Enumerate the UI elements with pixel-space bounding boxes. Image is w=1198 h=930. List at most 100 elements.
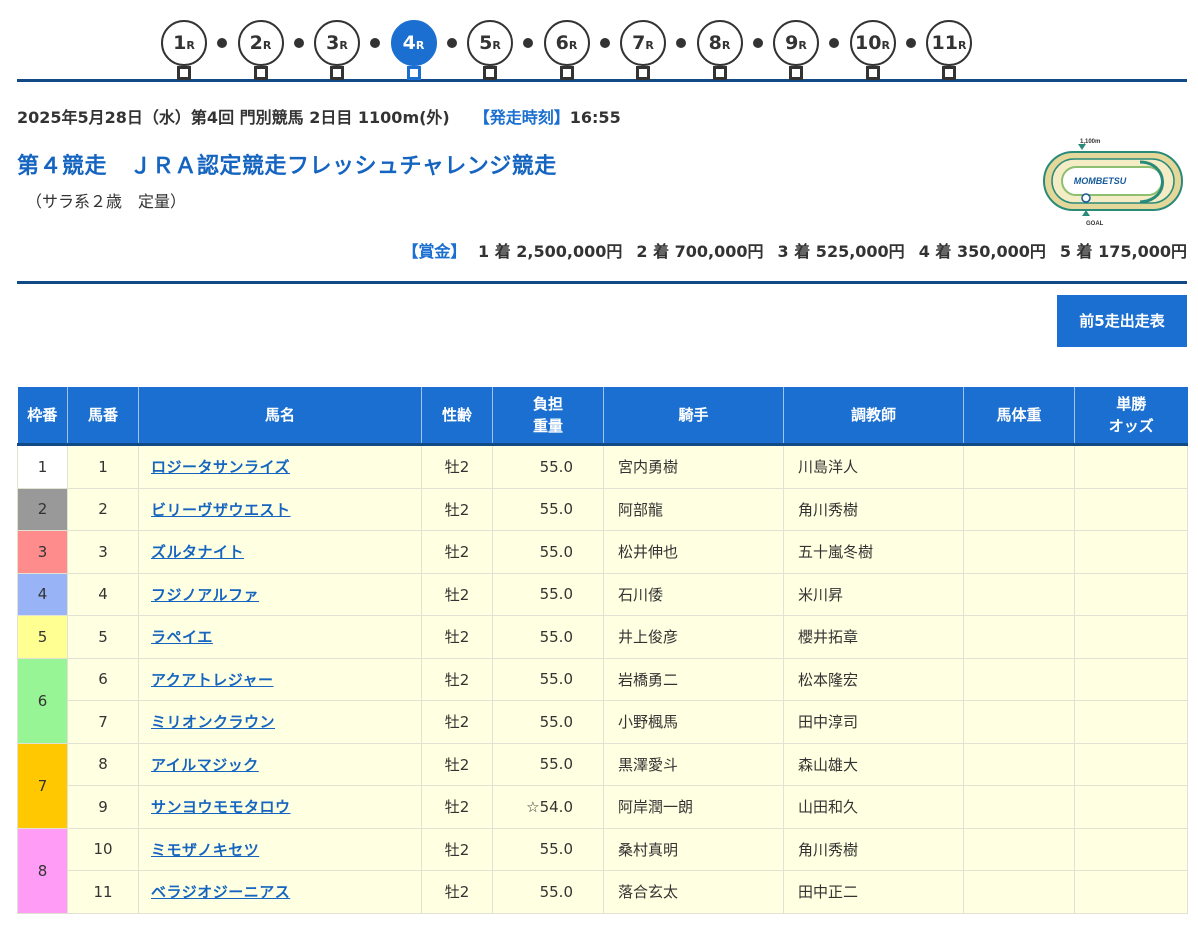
race-button-stem — [712, 66, 727, 80]
race-number-suffix: R — [186, 39, 195, 52]
horse-number: 4 — [67, 572, 139, 616]
sex-age: 牡2 — [421, 742, 493, 786]
horse-name-link[interactable]: ミモザノキセツ — [151, 841, 259, 859]
jockey-name: 宮内勇樹 — [603, 444, 784, 489]
race-button-11[interactable]: 11R — [926, 20, 972, 80]
race-separator-dot — [829, 38, 839, 48]
waku-number: 6 — [17, 657, 68, 744]
previous-five-races-button[interactable]: 前5走出走表 — [1057, 295, 1187, 347]
race-button-stem — [789, 66, 803, 80]
race-number-suffix: R — [645, 39, 654, 52]
jockey-name: 黒澤愛斗 — [603, 742, 784, 786]
jockey-name: 松井伸也 — [603, 530, 784, 574]
race-button-5[interactable]: 5R — [467, 20, 513, 80]
waku-number: 5 — [17, 615, 68, 659]
trainer-name: 田中淳司 — [783, 700, 964, 744]
horse-name-cell: ベラジオジーニアス — [138, 870, 422, 914]
table-row: 1 1 ロジータサンライズ 牡2 55.0 宮内勇樹 川島洋人 — [17, 444, 1188, 489]
race-button-10[interactable]: 10R — [849, 20, 896, 80]
race-separator-dot — [599, 38, 610, 48]
horse-number: 11 — [67, 870, 139, 914]
race-number-value: 7 — [632, 32, 646, 54]
horse-name-link[interactable]: アクアトレジャー — [151, 671, 274, 689]
table-row: 3 3 ズルタナイト 牡2 55.0 松井伸也 五十嵐冬樹 — [17, 530, 1188, 574]
assigned-weight: ☆54.0 — [492, 785, 604, 829]
horse-name-cell: ミリオンクラウン — [138, 700, 422, 744]
horse-number: 9 — [67, 785, 139, 829]
win-odds — [1074, 700, 1188, 744]
win-odds — [1074, 870, 1188, 914]
jockey-name: 岩橋勇二 — [603, 657, 784, 701]
race-separator-dot — [905, 38, 916, 48]
assigned-weight: 55.0 — [492, 444, 604, 489]
horse-name-cell: アイルマジック — [138, 742, 422, 786]
race-button-4[interactable]: 4R — [390, 20, 437, 80]
race-conditions: （サラ系２歳 定量） — [26, 192, 187, 211]
race-number-value: 2 — [249, 32, 263, 54]
win-odds — [1074, 742, 1188, 786]
sex-age: 牡2 — [421, 615, 493, 659]
trainer-name: 角川秀樹 — [783, 827, 964, 871]
assigned-weight: 55.0 — [492, 700, 604, 744]
sex-age: 牡2 — [421, 700, 493, 744]
race-button-6[interactable]: 6R — [543, 20, 590, 80]
race-number: 4R — [393, 30, 435, 59]
table-row: 2 2 ビリーヴザウエスト 牡2 55.0 阿部龍 角川秀樹 — [17, 487, 1188, 531]
horse-name-cell: フジノアルファ — [138, 572, 422, 616]
horse-name-cell: アクアトレジャー — [138, 657, 422, 701]
prize-item: 4 着 350,000円 — [918, 242, 1046, 261]
horse-name-link[interactable]: ミリオンクラウン — [151, 713, 275, 731]
body-weight — [963, 615, 1075, 659]
race-number-suffix: R — [798, 39, 807, 52]
horse-name-link[interactable]: ズルタナイト — [151, 543, 244, 561]
horse-name-link[interactable]: フジノアルファ — [151, 586, 259, 604]
waku-number: 8 — [17, 827, 68, 914]
race-number-value: 11 — [931, 32, 958, 54]
race-button-7[interactable]: 7R — [620, 20, 666, 80]
horse-name-link[interactable]: ロジータサンライズ — [151, 458, 290, 476]
race-date: 2025年5月28日（水）第4回 門別競馬 2日目 1100m(外) — [17, 108, 450, 127]
trainer-name: 米川昇 — [783, 572, 964, 616]
horse-name-link[interactable]: アイルマジック — [151, 756, 259, 774]
race-number: 9R — [775, 30, 817, 59]
waku-number: 1 — [17, 444, 68, 489]
race-number-suffix: R — [415, 39, 425, 52]
race-button-3[interactable]: 3R — [314, 20, 360, 80]
race-number-suffix: R — [492, 39, 501, 52]
header-weight: 負担 重量 — [492, 387, 604, 446]
race-button-stem — [177, 66, 191, 80]
trainer-name: 五十嵐冬樹 — [783, 530, 964, 574]
body-weight — [963, 444, 1075, 489]
waku-number: 7 — [17, 742, 68, 829]
prize-item: 2 着 700,000円 — [636, 242, 764, 261]
race-info-line: 2025年5月28日（水）第4回 門別競馬 2日目 1100m(外) 【発走時刻】… — [17, 104, 621, 128]
horse-number: 10 — [67, 827, 139, 871]
horse-name-link[interactable]: サンヨウモモタロウ — [151, 798, 291, 816]
race-separator-dot — [676, 38, 686, 48]
horse-name-link[interactable]: ベラジオジーニアス — [151, 883, 290, 901]
header-weight-line1: 負担 — [532, 395, 563, 413]
race-number: 1R — [163, 30, 205, 59]
race-button-1[interactable]: 1R — [161, 20, 207, 80]
sex-age: 牡2 — [421, 785, 493, 829]
horse-name-link[interactable]: ビリーヴザウエスト — [151, 501, 291, 519]
entries-body: 1 1 ロジータサンライズ 牡2 55.0 宮内勇樹 川島洋人 2 2 ビリーヴザウエスト 牡2 55… — [17, 444, 1188, 914]
header-body-weight: 馬体重 — [963, 387, 1075, 446]
header-trainer: 調教師 — [783, 387, 964, 446]
start-time-label: 【発走時刻】 — [473, 108, 570, 127]
horse-number: 7 — [67, 700, 139, 744]
course-goal-label: GOAL — [1086, 221, 1104, 227]
horse-name-link[interactable]: ラペイエ — [151, 628, 213, 646]
race-number-value: 1 — [173, 32, 187, 54]
prize-label: 【賞金】 — [402, 242, 467, 261]
race-button-8[interactable]: 8R — [696, 20, 743, 80]
race-button-2[interactable]: 2R — [237, 20, 284, 80]
header-waku: 枠番 — [17, 387, 68, 446]
race-button-9[interactable]: 9R — [773, 20, 819, 80]
table-row: 4 4 フジノアルファ 牡2 55.0 石川倭 米川昇 — [17, 572, 1188, 616]
race-number-suffix: R — [262, 39, 272, 52]
jockey-name: 阿岸潤一朗 — [603, 785, 784, 829]
trainer-name: 松本隆宏 — [783, 657, 964, 701]
race-separator-dot — [370, 38, 380, 48]
sex-age: 牡2 — [421, 657, 493, 701]
